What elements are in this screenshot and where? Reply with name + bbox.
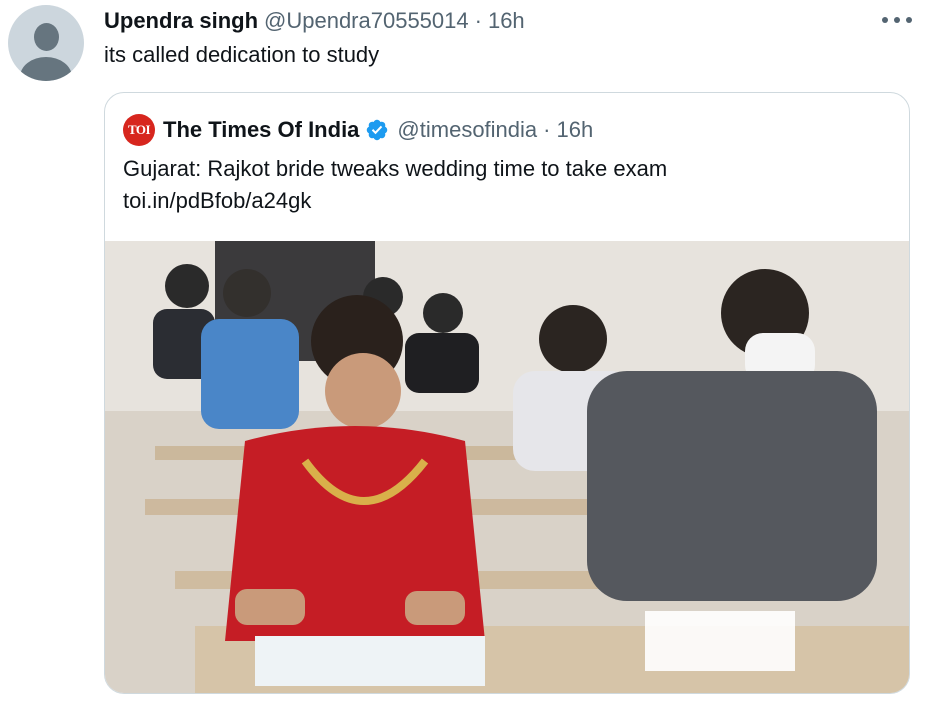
avatar-body-shape bbox=[20, 57, 72, 81]
quoted-tweet-header: TOI The Times Of India @timesofindia · 1… bbox=[123, 114, 593, 146]
exam-hall-photo[interactable] bbox=[105, 241, 909, 693]
tweet-text: its called dedication to study bbox=[104, 42, 380, 67]
default-avatar-icon bbox=[34, 23, 59, 51]
author-handle[interactable]: @Upendra70555014 bbox=[264, 8, 469, 34]
more-dot bbox=[882, 17, 888, 23]
tweet-header: Upendra singh @Upendra70555014 · 16h bbox=[104, 6, 874, 36]
quoted-author-name[interactable]: The Times Of India bbox=[163, 117, 359, 143]
separator-dot: · bbox=[543, 117, 551, 142]
quoted-headline: Gujarat: Rajkot bride tweaks wedding tim… bbox=[123, 156, 668, 181]
separator-dot: · bbox=[474, 8, 482, 33]
quoted-tweet-timestamp[interactable]: 16h bbox=[556, 117, 593, 143]
more-dot bbox=[906, 17, 912, 23]
more-dot bbox=[894, 17, 900, 23]
toi-logo-avatar[interactable]: TOI bbox=[123, 114, 155, 146]
author-avatar[interactable] bbox=[8, 5, 84, 81]
quoted-link[interactable]: toi.in/pdBfob/a24gk bbox=[123, 185, 667, 217]
more-horizontal-icon[interactable] bbox=[882, 8, 912, 32]
tweet-timestamp[interactable]: 16h bbox=[488, 8, 525, 34]
verified-badge-icon bbox=[367, 119, 388, 141]
quoted-tweet-card[interactable]: TOI The Times Of India @timesofindia · 1… bbox=[104, 92, 910, 694]
quoted-author-handle[interactable]: @timesofindia bbox=[397, 117, 537, 143]
quoted-tweet-text: Gujarat: Rajkot bride tweaks wedding tim… bbox=[123, 153, 667, 217]
author-name[interactable]: Upendra singh bbox=[104, 8, 258, 34]
